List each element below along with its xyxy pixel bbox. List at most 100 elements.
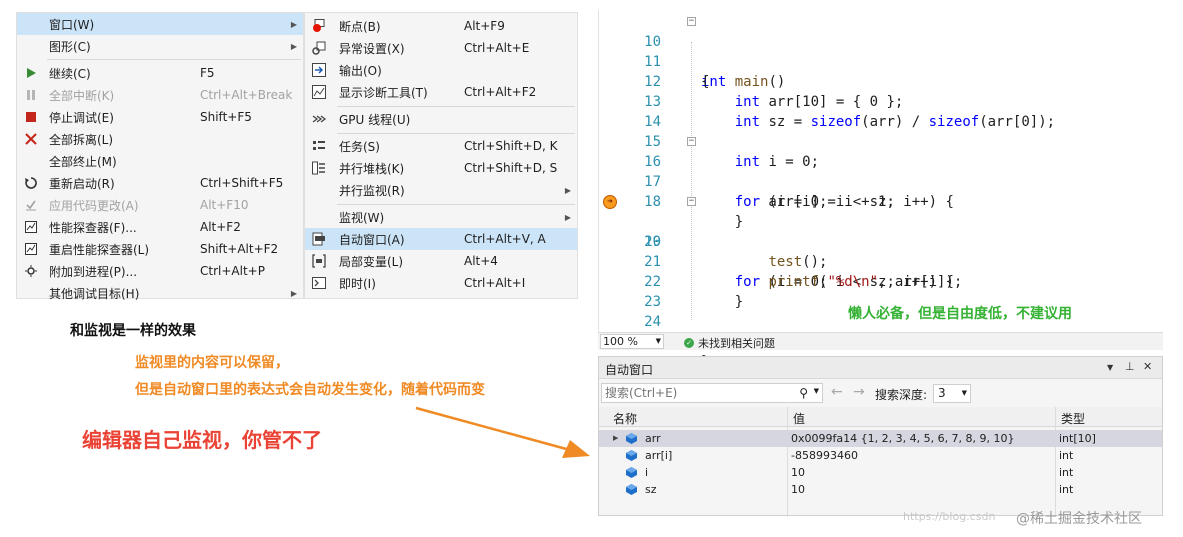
search-back-icon[interactable]: ← — [831, 385, 843, 399]
submenu-item-parallel-stacks[interactable]: 并行堆栈(K) Ctrl+Shift+D, S — [305, 157, 577, 179]
chevron-down-icon: ▼ — [961, 389, 967, 397]
detach-icon — [17, 133, 45, 145]
menu-separator — [47, 59, 301, 60]
menu-separator — [337, 204, 575, 205]
autos-grid-header: 名称 值 类型 — [599, 407, 1162, 427]
variable-icon — [626, 450, 637, 461]
debug-menu: 窗口(W) ▶ 图形(C) ▶ 继续(C) F5 全部中断(K) Ctrl+Al… — [16, 12, 304, 301]
menu-item-restart[interactable]: 重新启动(R) Ctrl+Shift+F5 — [17, 172, 303, 194]
code-line: 23 — [644, 294, 661, 310]
gpu-threads-icon — [305, 114, 333, 124]
table-row[interactable]: sz 10 int — [599, 481, 1162, 498]
current-statement-arrow-icon: ➜ — [603, 195, 617, 209]
stop-icon — [17, 112, 45, 122]
menu-item-attach-to-process[interactable]: 附加到进程(P)... Ctrl+Alt+P — [17, 260, 303, 282]
issues-status[interactable]: ✓ 未找到相关问题 — [684, 335, 775, 351]
autos-toolbar: ⚲ ▼ ← → 搜索深度: 3 ▼ — [599, 381, 1162, 405]
code-line: 12 int arr[10] = { 0 }; — [644, 74, 904, 110]
submenu-item-exception-settings[interactable]: 异常设置(X) Ctrl+Alt+E — [305, 37, 577, 59]
pause-icon — [17, 90, 45, 100]
table-row[interactable]: ▶ arr 0x0099fa14 {1, 2, 3, 4, 5, 6, 7, 8… — [599, 430, 1162, 447]
collapse-icon[interactable]: − — [687, 137, 696, 146]
table-row[interactable]: arr[i] -858993460 int — [599, 447, 1162, 464]
submenu-item-parallel-watch[interactable]: 并行监视(R) ▶ — [305, 179, 577, 201]
code-editor[interactable]: 10 − int main() 11 { 12 int arr[10] = { … — [598, 10, 1163, 370]
submenu-item-tasks[interactable]: 任务(S) Ctrl+Shift+D, K — [305, 135, 577, 157]
code-line: 17 arr[i] = i + 1; — [644, 174, 895, 210]
search-box[interactable]: ⚲ ▼ — [601, 383, 823, 403]
pin-icon[interactable]: ⊥ — [1125, 360, 1135, 373]
window-options-icon[interactable]: ▼ — [1107, 363, 1113, 372]
submenu-arrow-icon: ▶ — [290, 19, 297, 29]
breakpoints-icon — [305, 19, 333, 33]
annotation-lazy-note: 懒人必备，但是自由度低，不建议用 — [848, 306, 1072, 322]
autos-title-bar: 自动窗口 ▼ ⊥ ✕ — [599, 357, 1162, 379]
profiler-icon — [17, 243, 45, 255]
check-icon: ✓ — [684, 338, 694, 348]
menu-item-detach-all[interactable]: 全部拆离(L) — [17, 128, 303, 150]
submenu-arrow-icon: ▶ — [290, 288, 297, 298]
column-header-name[interactable]: 名称 — [613, 410, 637, 427]
code-line: 18 } — [644, 194, 744, 230]
menu-item-continue[interactable]: 继续(C) F5 — [17, 62, 303, 84]
submenu-item-autos[interactable]: 自动窗口(A) Ctrl+Alt+V, A — [305, 228, 577, 250]
collapse-icon[interactable]: − — [687, 17, 696, 26]
submenu-item-watch[interactable]: 监视(W) ▶ — [305, 206, 577, 228]
submenu-item-immediate[interactable]: 即时(I) Ctrl+Alt+I — [305, 272, 577, 294]
menu-item-break-all[interactable]: 全部中断(K) Ctrl+Alt+Break — [17, 84, 303, 106]
watermark-url: https://blog.csdn — [903, 510, 996, 523]
menu-item-other-debug-targets[interactable]: 其他调试目标(H) ▶ — [17, 282, 303, 304]
submenu-arrow-icon: ▶ — [564, 212, 571, 222]
zoom-select[interactable]: 100 % ▼ — [600, 334, 664, 349]
annotation-editor-self-watch: 编辑器自己监视，你管不了 — [82, 428, 322, 452]
menu-item-performance-profiler[interactable]: 性能探查器(F)... Alt+F2 — [17, 216, 303, 238]
attach-icon — [17, 265, 45, 277]
restart-icon — [17, 177, 45, 189]
play-icon — [17, 68, 45, 78]
collapse-icon[interactable]: − — [687, 197, 696, 206]
submenu-item-diagnostic-tools[interactable]: 显示诊断工具(T) Ctrl+Alt+F2 — [305, 81, 577, 103]
editor-status-bar: 100 % ▼ ✓ 未找到相关问题 — [598, 332, 1163, 350]
code-line: 20 test(); — [644, 234, 828, 270]
watermark-site: @稀土掘金技术社区 — [1016, 511, 1142, 527]
menu-item-restart-profiler[interactable]: 重启性能探查器(L) Shift+Alt+F2 — [17, 238, 303, 260]
menu-item-terminate-all[interactable]: 全部终止(M) — [17, 150, 303, 172]
immediate-icon — [305, 277, 333, 289]
output-icon — [305, 63, 333, 77]
chevron-down-icon[interactable]: ▼ — [814, 387, 819, 395]
table-row[interactable]: i 10 int — [599, 464, 1162, 481]
menu-item-window[interactable]: 窗口(W) ▶ — [17, 13, 303, 35]
close-icon[interactable]: ✕ — [1143, 360, 1152, 373]
search-depth-select[interactable]: 3 ▼ — [933, 384, 971, 403]
search-forward-icon[interactable]: → — [853, 385, 865, 399]
annotation-same-as-watch: 和监视是一样的效果 — [70, 323, 196, 339]
apply-changes-icon — [17, 199, 45, 211]
column-header-value[interactable]: 值 — [793, 410, 805, 427]
search-icon[interactable]: ⚲ — [799, 386, 808, 400]
submenu-item-output[interactable]: 输出(O) — [305, 59, 577, 81]
exception-settings-icon — [305, 41, 333, 55]
variable-icon — [626, 484, 637, 495]
column-header-type[interactable]: 类型 — [1061, 410, 1085, 427]
menu-item-apply-code-changes[interactable]: 应用代码更改(A) Alt+F10 — [17, 194, 303, 216]
menu-item-graphics[interactable]: 图形(C) ▶ — [17, 35, 303, 57]
code-line: 16 − for (i = 0; i < sz; i++) { — [644, 136, 954, 211]
submenu-item-locals[interactable]: 局部变量(L) Alt+4 — [305, 250, 577, 272]
variable-icon — [626, 467, 637, 478]
menu-item-stop-debugging[interactable]: 停止调试(E) Shift+F5 — [17, 106, 303, 128]
code-line: 15 int i = 0; — [644, 134, 820, 170]
autos-window: 自动窗口 ▼ ⊥ ✕ ⚲ ▼ ← → 搜索深度: 3 ▼ 名称 值 类型 ▶ a… — [598, 356, 1163, 517]
menu-separator — [337, 133, 575, 134]
chevron-down-icon: ▼ — [655, 337, 661, 345]
submenu-item-gpu-threads[interactable]: GPU 线程(U) — [305, 108, 577, 130]
expand-arrow-icon[interactable]: ▶ — [613, 434, 618, 442]
submenu-item-breakpoints[interactable]: 断点(B) Alt+F9 — [305, 15, 577, 37]
menu-separator — [337, 106, 575, 107]
window-submenu: 断点(B) Alt+F9 异常设置(X) Ctrl+Alt+E 输出(O) 显示… — [304, 12, 578, 299]
code-line: 11 { — [644, 54, 710, 90]
submenu-arrow-icon: ▶ — [290, 41, 297, 51]
annotation-watch-keep: 监视里的内容可以保留， — [135, 355, 289, 371]
search-input[interactable] — [602, 384, 782, 402]
variable-icon — [626, 433, 637, 444]
annotation-autos-change: 但是自动窗口里的表达式会自动发生变化，随着代码而变 — [135, 382, 485, 398]
